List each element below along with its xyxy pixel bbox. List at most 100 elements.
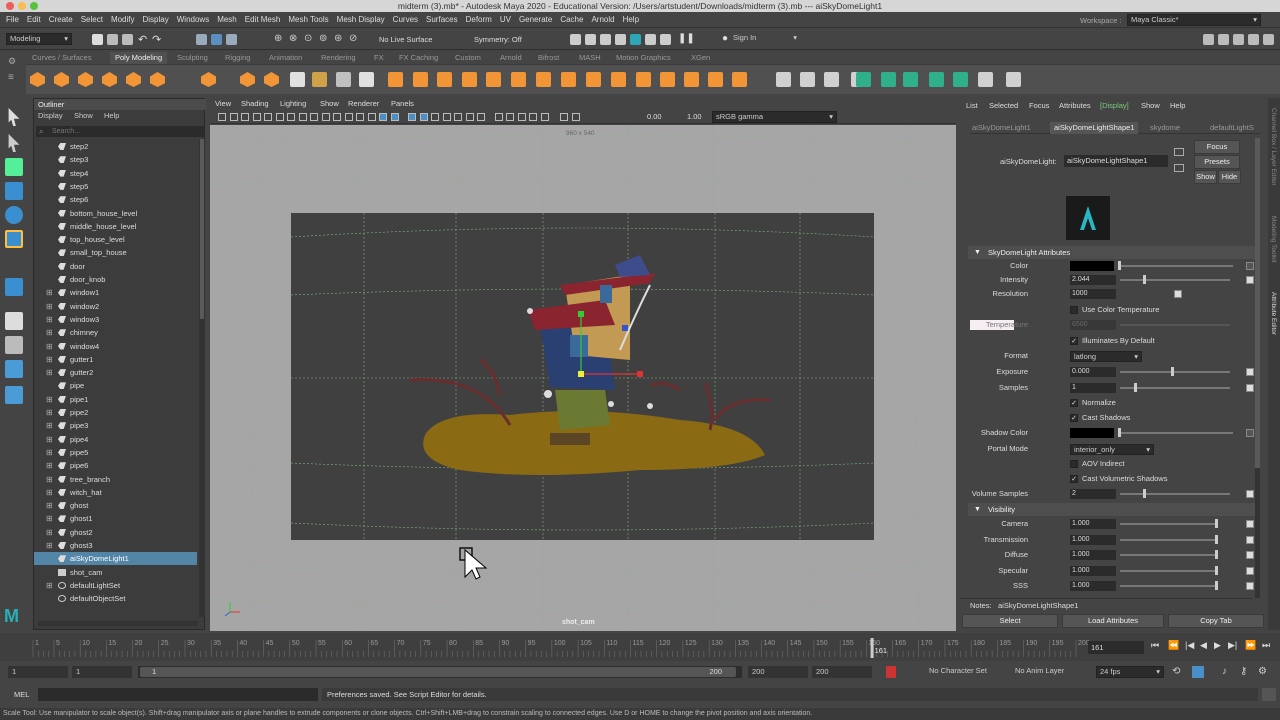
- resolution-map-button[interactable]: [1174, 290, 1182, 298]
- time-slider[interactable]: 1 5 10 15 20 25 30 35 40 45 50 55 60 65 70 75 80 85 90 95 10…: [0, 633, 1280, 661]
- xray-icon[interactable]: [494, 113, 503, 121]
- snap-curve-icon[interactable]: ⊗: [289, 33, 297, 44]
- visibility-field[interactable]: 1.000: [1070, 550, 1116, 560]
- grid-icon[interactable]: [275, 113, 284, 121]
- mirror-icon[interactable]: [536, 72, 551, 87]
- visibility-slider-handle[interactable]: [1215, 565, 1218, 575]
- outliner-item[interactable]: ⊞ ghost1: [34, 512, 197, 525]
- render-settings-icon[interactable]: [615, 34, 626, 45]
- animation-end-field[interactable]: 200: [812, 666, 872, 678]
- outliner-item[interactable]: ⊞ pipe3: [34, 419, 197, 432]
- visibility-map-button[interactable]: [1246, 551, 1254, 559]
- shelf-tab-mash[interactable]: MASH: [579, 52, 601, 64]
- node-tab[interactable]: defaultLightS: [1210, 122, 1254, 134]
- far-clip-field[interactable]: 1.00: [687, 112, 702, 121]
- make-hole-icon[interactable]: [708, 72, 723, 87]
- snap-point-icon[interactable]: ⊙: [304, 33, 312, 44]
- color-map-button[interactable]: [1246, 262, 1254, 270]
- ae-menu-display[interactable]: [Display]: [1100, 100, 1129, 112]
- field-chart-icon[interactable]: [321, 113, 330, 121]
- menu-arnold[interactable]: Arnold: [587, 12, 618, 27]
- ae-menu-list[interactable]: List: [966, 100, 978, 112]
- select-button[interactable]: Select: [962, 614, 1058, 628]
- outliner-item[interactable]: ⊞ ghost3: [34, 539, 197, 552]
- section-skydome-attributes[interactable]: ▼ SkyDomeLight Attributes: [968, 246, 1258, 259]
- expand-icon[interactable]: ⊞: [46, 526, 53, 539]
- outliner-item[interactable]: ⊞ chimney: [34, 326, 197, 339]
- boolean-intersect-icon[interactable]: [511, 72, 526, 87]
- fill-hole-icon[interactable]: [684, 72, 699, 87]
- visibility-map-button[interactable]: [1246, 535, 1254, 544]
- select-tool-icon[interactable]: [8, 108, 20, 126]
- outliner-item[interactable]: step6: [34, 193, 197, 206]
- snap-view-icon[interactable]: ⊚: [319, 33, 327, 44]
- menu-create[interactable]: Create: [45, 12, 77, 27]
- play-backwards-icon[interactable]: ◀: [1200, 640, 1207, 651]
- quad-draw-icon[interactable]: [824, 72, 839, 87]
- viewport-menu-lighting[interactable]: Lighting: [280, 98, 306, 110]
- normalize-checkbox[interactable]: ✓: [1070, 399, 1078, 407]
- visibility-slider-handle[interactable]: [1215, 550, 1218, 559]
- menu-deform[interactable]: Deform: [462, 12, 496, 27]
- svg-icon[interactable]: [290, 72, 305, 87]
- shelf-tab-poly-modeling[interactable]: Poly Modeling: [110, 52, 168, 64]
- color-swatch[interactable]: [1070, 261, 1114, 271]
- portal-mode-dropdown[interactable]: interior_only ▾: [1070, 444, 1154, 455]
- illuminates-by-default-checkbox[interactable]: ✓: [1070, 337, 1078, 345]
- persp-graph-layout-icon[interactable]: [5, 386, 23, 404]
- extrude-icon[interactable]: [611, 72, 626, 87]
- anim-layer-dropdown[interactable]: No Anim Layer: [1000, 666, 1090, 678]
- menu-edit-mesh[interactable]: Edit Mesh: [241, 12, 285, 27]
- outliner-item[interactable]: ⊞ window1: [34, 286, 197, 299]
- viewport-menu-view[interactable]: View: [215, 98, 231, 110]
- smooth-icon[interactable]: [437, 72, 452, 87]
- scale-tool-icon[interactable]: [5, 230, 23, 248]
- textured-icon[interactable]: [390, 113, 399, 121]
- focus-button[interactable]: Focus: [1194, 140, 1240, 154]
- toggle-outliner-icon[interactable]: [1263, 34, 1274, 45]
- resolution-field[interactable]: 1000: [1070, 289, 1116, 299]
- visibility-field[interactable]: 1.000: [1070, 519, 1116, 529]
- torus-icon[interactable]: [126, 72, 141, 87]
- expand-icon[interactable]: ⊞: [46, 446, 53, 459]
- shelf-tab-xgen[interactable]: XGen: [691, 52, 710, 64]
- expand-icon[interactable]: ⊞: [46, 459, 53, 472]
- film-gate-icon[interactable]: [287, 113, 295, 121]
- ui-overlay-icon[interactable]: [540, 113, 549, 121]
- outliner-item[interactable]: pipe: [34, 379, 197, 392]
- xray-active-icon[interactable]: [517, 113, 526, 121]
- close-window-button[interactable]: [6, 2, 14, 10]
- default-material-icon[interactable]: [379, 113, 387, 121]
- image-plane-icon[interactable]: [241, 113, 249, 121]
- boolean-union-icon[interactable]: [462, 72, 477, 87]
- motion-blur-icon[interactable]: [442, 113, 451, 121]
- visibility-field[interactable]: 1.000: [1070, 581, 1116, 591]
- expand-icon[interactable]: ⊞: [46, 499, 53, 512]
- expand-icon[interactable]: ⊞: [46, 286, 53, 299]
- gamma-icon[interactable]: [571, 113, 580, 121]
- step-forward-frame-icon[interactable]: ▶|: [1228, 640, 1237, 651]
- loop-icon[interactable]: ⟲: [1172, 666, 1180, 677]
- outliner-item[interactable]: bottom_house_level: [34, 207, 197, 220]
- shadow-color-map-button[interactable]: [1246, 429, 1254, 437]
- shelf-tab-animation[interactable]: Animation: [269, 52, 302, 64]
- visibility-slider[interactable]: [1120, 585, 1218, 587]
- hide-button[interactable]: Hide: [1218, 170, 1241, 184]
- node-tab[interactable]: aiSkyDomeLight1: [972, 122, 1031, 134]
- character-set-dropdown[interactable]: No Character Set: [904, 666, 994, 678]
- backface-icon[interactable]: [529, 113, 537, 121]
- render-frame-icon[interactable]: [585, 34, 596, 45]
- user-icon[interactable]: ●: [722, 33, 728, 44]
- wireframe-icon[interactable]: [356, 113, 364, 121]
- bookmark-icon[interactable]: [229, 113, 238, 121]
- type-icon[interactable]: [312, 72, 327, 87]
- save-scene-icon[interactable]: [122, 34, 133, 45]
- outliner-item[interactable]: ⊞ witch_hat: [34, 486, 197, 499]
- visibility-map-button[interactable]: [1246, 520, 1254, 528]
- bridge-icon[interactable]: [586, 72, 601, 87]
- menu-help[interactable]: Help: [619, 12, 643, 27]
- side-tab-attribute-editor[interactable]: Attribute Editor: [1270, 292, 1277, 335]
- shelf-tab-fx-caching[interactable]: FX Caching: [399, 52, 438, 64]
- separate-icon[interactable]: [413, 72, 428, 87]
- visibility-slider[interactable]: [1120, 569, 1218, 572]
